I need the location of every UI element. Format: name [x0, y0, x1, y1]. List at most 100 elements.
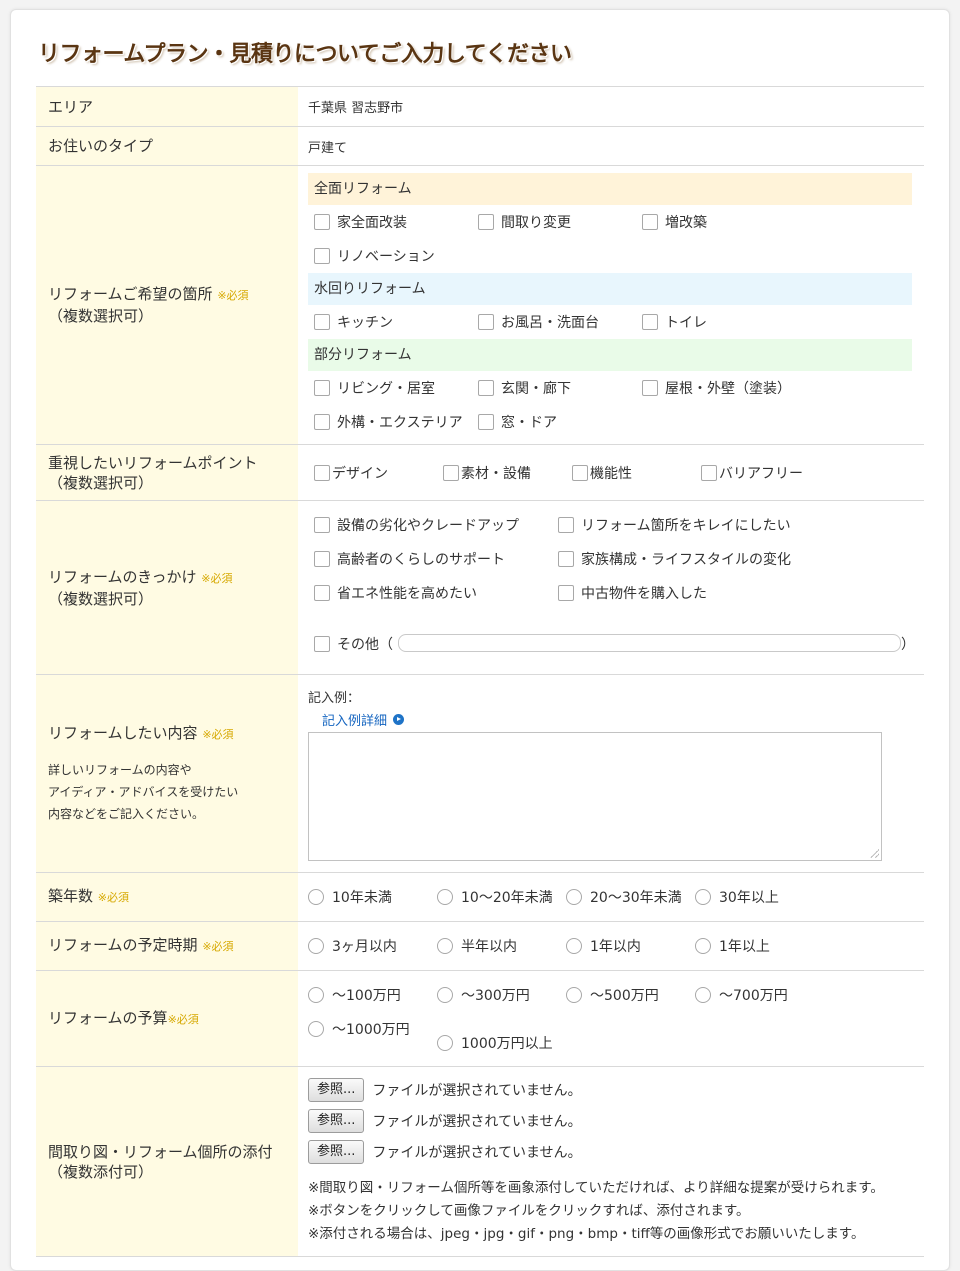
- checkbox-family-change[interactable]: 家族構成・ライフスタイルの変化: [552, 542, 852, 576]
- checkbox-icon[interactable]: [558, 517, 574, 533]
- radio-age-10-20[interactable]: 10〜20年未満: [437, 880, 566, 914]
- checkbox-clean-up[interactable]: リフォーム箇所をキレイにしたい: [552, 508, 852, 542]
- file-status: ファイルが選択されていません。: [372, 1113, 582, 1130]
- checkbox-icon[interactable]: [314, 414, 330, 430]
- checkbox-icon[interactable]: [314, 551, 330, 567]
- attachment-notes: ※間取り図・リフォーム個所等を画象添付していただければ、より詳細な提案が受けられ…: [308, 1180, 884, 1242]
- row-age: 築年数 ※必須 10年未満 10〜20年未満 20〜30年未満 30年以上: [36, 873, 924, 922]
- checkbox-design[interactable]: デザイン: [308, 456, 437, 490]
- file-input-2[interactable]: 参照... ファイルが選択されていません。: [308, 1105, 912, 1136]
- radio-budget-over1000[interactable]: 1000万円以上: [437, 1026, 597, 1060]
- checkbox-icon[interactable]: [642, 380, 658, 396]
- checkbox-equipment-upgrade[interactable]: 設備の劣化やクレードアップ: [308, 508, 552, 542]
- file-input-1[interactable]: 参照... ファイルが選択されていません。: [308, 1074, 912, 1105]
- radio-age-under10[interactable]: 10年未満: [308, 880, 437, 914]
- checkbox-toilet[interactable]: トイレ: [636, 305, 800, 339]
- browse-button[interactable]: 参照...: [308, 1139, 365, 1164]
- radio-schedule-1year[interactable]: 1年以内: [566, 929, 695, 963]
- checkbox-icon[interactable]: [642, 314, 658, 330]
- radio-icon[interactable]: [566, 938, 582, 954]
- browse-button[interactable]: 参照...: [308, 1077, 365, 1102]
- checkbox-icon[interactable]: [558, 551, 574, 567]
- checkbox-icon[interactable]: [314, 517, 330, 533]
- radio-schedule-3months[interactable]: 3ヶ月以内: [308, 929, 437, 963]
- radio-icon[interactable]: [566, 889, 582, 905]
- checkbox-barrier-free[interactable]: バリアフリー: [695, 456, 824, 490]
- checkbox-function[interactable]: 機能性: [566, 456, 695, 490]
- radio-schedule-half-year[interactable]: 半年以内: [437, 929, 566, 963]
- file-status: ファイルが選択されていません。: [372, 1144, 582, 1161]
- checkbox-icon[interactable]: [314, 380, 330, 396]
- checkbox-window[interactable]: 窓・ドア: [472, 405, 636, 439]
- checkbox-icon[interactable]: [478, 214, 494, 230]
- checkbox-icon[interactable]: [478, 414, 494, 430]
- age-header: 築年数 ※必須: [36, 873, 298, 921]
- radio-icon[interactable]: [695, 987, 711, 1003]
- radio-budget-500[interactable]: 〜500万円: [566, 978, 695, 1012]
- required-mark: ※必須: [201, 571, 233, 585]
- radio-budget-1000[interactable]: 〜1000万円: [308, 1012, 437, 1046]
- radio-budget-300[interactable]: 〜300万円: [437, 978, 566, 1012]
- checkbox-icon[interactable]: [642, 214, 658, 230]
- budget-label: リフォームの予算: [48, 1008, 168, 1027]
- checkbox-icon[interactable]: [314, 585, 330, 601]
- checkbox-icon[interactable]: [314, 314, 330, 330]
- browse-button[interactable]: 参照...: [308, 1108, 365, 1133]
- checkbox-icon[interactable]: [443, 464, 459, 481]
- checkbox-extension[interactable]: 増改築: [636, 205, 800, 239]
- radio-budget-700[interactable]: 〜700万円: [695, 978, 824, 1012]
- resize-grip-icon[interactable]: [870, 849, 879, 858]
- checkbox-layout-change[interactable]: 間取り変更: [472, 205, 636, 239]
- checkbox-icon[interactable]: [314, 214, 330, 230]
- content-label: リフォームしたい内容: [48, 723, 198, 742]
- checkbox-icon[interactable]: [558, 585, 574, 601]
- radio-icon[interactable]: [566, 987, 582, 1003]
- checkbox-renovation[interactable]: リノベーション: [308, 239, 472, 273]
- checkbox-elderly-support[interactable]: 高齢者のくらしのサポート: [308, 542, 552, 576]
- checkbox-icon[interactable]: [314, 464, 330, 481]
- radio-age-20-30[interactable]: 20〜30年未満: [566, 880, 695, 914]
- checkbox-full-renovation[interactable]: 家全面改装: [308, 205, 472, 239]
- checkbox-living[interactable]: リビング・居室: [308, 371, 472, 405]
- radio-icon[interactable]: [695, 938, 711, 954]
- checkbox-other[interactable]: その他（: [308, 634, 393, 654]
- required-mark: ※必須: [97, 891, 130, 904]
- radio-schedule-over1year[interactable]: 1年以上: [695, 929, 824, 963]
- radio-icon[interactable]: [695, 889, 711, 905]
- radio-icon[interactable]: [437, 987, 453, 1003]
- checkbox-icon[interactable]: [701, 464, 717, 481]
- attachment-sub: （複数添付可）: [48, 1162, 154, 1181]
- checkbox-icon[interactable]: [478, 314, 494, 330]
- radio-icon[interactable]: [437, 889, 453, 905]
- content-textarea[interactable]: [308, 732, 882, 861]
- checkbox-energy-saving[interactable]: 省エネ性能を高めたい: [308, 576, 552, 610]
- radio-icon[interactable]: [308, 938, 324, 954]
- checkbox-roof[interactable]: 屋根・外壁（塗装）: [636, 371, 856, 405]
- age-label: 築年数: [48, 887, 94, 905]
- checkbox-icon[interactable]: [572, 464, 588, 481]
- points-header: 重視したいリフォームポイント （複数選択可）: [36, 445, 298, 500]
- locations-header: リフォームご希望の箇所 ※必須 （複数選択可）: [36, 166, 298, 444]
- radio-icon[interactable]: [437, 1035, 453, 1051]
- radio-icon[interactable]: [437, 938, 453, 954]
- radio-budget-100[interactable]: 〜100万円: [308, 978, 437, 1012]
- example-detail-link[interactable]: 記入例詳細: [322, 710, 405, 729]
- required-mark: ※必須: [202, 940, 234, 953]
- radio-age-over30[interactable]: 30年以上: [695, 880, 824, 914]
- checkbox-entrance[interactable]: 玄関・廊下: [472, 371, 636, 405]
- checkbox-icon[interactable]: [314, 248, 330, 264]
- file-input-3[interactable]: 参照... ファイルが選択されていません。: [308, 1136, 912, 1167]
- checkbox-exterior[interactable]: 外構・エクステリア: [308, 405, 472, 439]
- other-text-input[interactable]: [398, 634, 901, 652]
- checkbox-icon[interactable]: [478, 380, 494, 396]
- reform-form: エリア 千葉県 習志野市 お住いのタイプ 戸建て リフォームご希望の箇所 ※必須…: [36, 86, 924, 1257]
- checkbox-used-property[interactable]: 中古物件を購入した: [552, 576, 852, 610]
- points-sub: （複数選択可）: [48, 473, 154, 492]
- radio-icon[interactable]: [308, 987, 324, 1003]
- checkbox-bath[interactable]: お風呂・洗面台: [472, 305, 636, 339]
- checkbox-icon[interactable]: [314, 636, 330, 652]
- radio-icon[interactable]: [308, 889, 324, 905]
- radio-icon[interactable]: [308, 1021, 324, 1037]
- checkbox-kitchen[interactable]: キッチン: [308, 305, 472, 339]
- checkbox-materials[interactable]: 素材・設備: [437, 456, 566, 490]
